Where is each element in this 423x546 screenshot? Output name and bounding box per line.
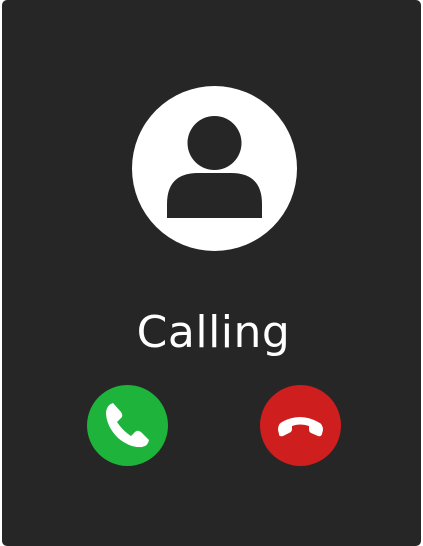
user-silhouette-icon xyxy=(167,116,262,218)
contact-avatar xyxy=(132,86,297,251)
accept-call-button[interactable] xyxy=(87,385,168,466)
decline-call-button[interactable] xyxy=(260,385,341,466)
call-screen: Calling xyxy=(2,0,421,546)
call-status-label: Calling xyxy=(136,307,291,358)
